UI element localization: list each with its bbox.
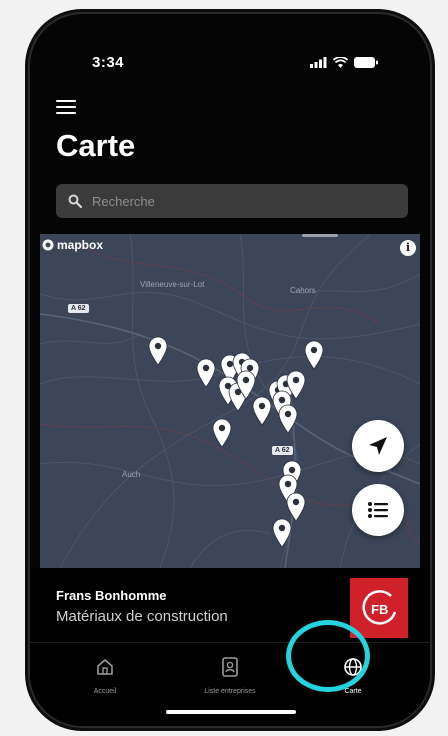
town-label: Auch	[122, 470, 141, 479]
map-pin-icon[interactable]	[250, 396, 274, 426]
tab-label: Liste entreprises	[204, 688, 256, 695]
menu-icon[interactable]	[56, 100, 76, 118]
map-pin-icon[interactable]	[194, 358, 218, 388]
locate-button[interactable]	[352, 420, 404, 472]
highlight-circle	[286, 620, 370, 692]
company-logo: FB	[350, 578, 408, 638]
navigation-arrow-icon	[369, 437, 387, 455]
tab-label: Accueil	[93, 688, 117, 695]
page-title: Carte	[56, 128, 136, 163]
search-bar[interactable]	[56, 184, 408, 218]
mapbox-logo: mapbox	[42, 238, 103, 252]
map-pin-icon[interactable]	[276, 404, 300, 434]
map-view[interactable]: mapbox i Villeneuve-sur-Lot Cahors Auch …	[40, 234, 420, 568]
status-icons	[310, 54, 378, 68]
company-logo-mark: FB	[362, 590, 397, 625]
mapbox-label: mapbox	[57, 238, 104, 252]
phone-frame: 3:34 Carte Recherche mapbox i Villeneuve…	[30, 14, 430, 726]
contacts-icon	[222, 657, 238, 677]
tab-accueil[interactable]: Accueil	[50, 657, 160, 695]
town-label: Villeneuve-sur-Lot	[140, 280, 205, 289]
company-logo-text: FB	[371, 602, 388, 617]
map-pin-icon[interactable]	[270, 518, 294, 548]
home-icon	[97, 659, 113, 675]
list-view-button[interactable]	[352, 484, 404, 536]
status-bar: 3:34	[30, 14, 430, 71]
map-pin-icon[interactable]	[146, 336, 170, 366]
company-name: Frans Bonhomme	[56, 588, 167, 603]
wifi-icon	[333, 57, 348, 68]
mapbox-icon	[42, 239, 54, 251]
company-category: Matériaux de construction	[56, 608, 228, 625]
map-pin-icon[interactable]	[302, 340, 326, 370]
signal-icon	[310, 57, 327, 68]
road-badge: A 62	[68, 304, 89, 313]
search-icon	[68, 194, 82, 208]
map-handle[interactable]	[302, 234, 338, 237]
tab-liste-entreprises[interactable]: Liste entreprises	[175, 657, 285, 695]
info-icon[interactable]: i	[400, 240, 416, 256]
status-time: 3:34	[92, 54, 125, 71]
list-icon	[368, 502, 388, 518]
town-label: Cahors	[290, 286, 316, 295]
home-indicator	[166, 710, 296, 714]
search-input[interactable]	[90, 192, 394, 210]
battery-icon	[354, 57, 378, 68]
selected-company-card[interactable]: Frans Bonhomme Matériaux de construction…	[30, 568, 430, 650]
road-badge: A 62	[272, 446, 293, 455]
map-pin-icon[interactable]	[210, 418, 234, 448]
